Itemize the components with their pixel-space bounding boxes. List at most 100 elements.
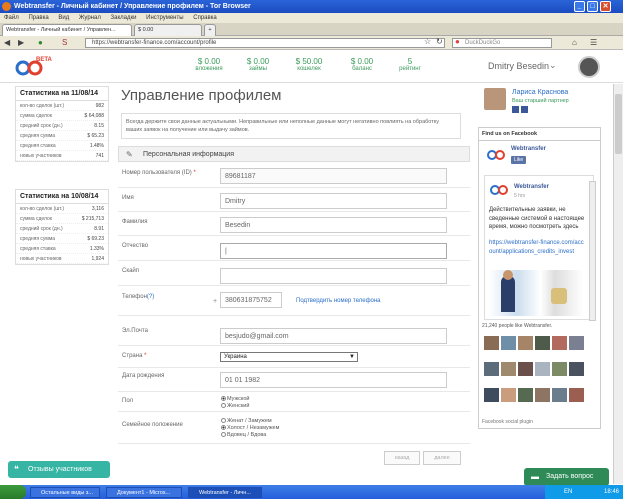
marital-married-radio[interactable]: Женат / Замужем: [221, 418, 272, 424]
fan-avatar[interactable]: [484, 336, 499, 350]
sex-female-radio[interactable]: Женский: [221, 403, 249, 409]
menu-edit[interactable]: Правка: [28, 15, 48, 21]
stats-row: средний срок (дн.) 8.91: [16, 224, 108, 234]
search-input[interactable]: DuckDuckGo: [452, 38, 552, 48]
post-image[interactable]: [489, 270, 583, 316]
phone-input[interactable]: 380631875752: [220, 292, 282, 308]
fb-post-scrollbar[interactable]: [589, 181, 596, 321]
minimize-button[interactable]: _: [574, 1, 585, 12]
clock: 18:46: [603, 489, 619, 495]
fb-page-name[interactable]: Webtransfer: [511, 146, 546, 152]
window-title: Webtransfer - Личный кабинет / Управлени…: [14, 3, 251, 10]
chat-icon: ❝: [14, 464, 19, 474]
menu-bookmarks[interactable]: Закладки: [111, 15, 137, 21]
fan-avatar[interactable]: [518, 388, 533, 402]
maximize-button[interactable]: □: [587, 1, 598, 12]
bookmarks-icon[interactable]: ☰: [590, 38, 597, 48]
form-row: [118, 286, 470, 316]
forward-icon[interactable]: ▶: [18, 38, 24, 48]
start-button[interactable]: [0, 485, 26, 499]
noscript-icon[interactable]: S: [62, 38, 67, 48]
stats-row: кол-во сделок (шт.) 982: [16, 101, 108, 111]
menu-history[interactable]: Журнал: [79, 15, 101, 21]
fan-avatar[interactable]: [518, 362, 533, 376]
fan-avatar[interactable]: [501, 336, 516, 350]
user-name[interactable]: Dmitry Besedin: [488, 61, 549, 71]
stats-row: новых участников 741: [16, 151, 108, 161]
fan-avatar[interactable]: [501, 362, 516, 376]
tor-onion-icon[interactable]: ●: [38, 38, 43, 48]
tab-second[interactable]: $ 0.00: [134, 24, 202, 36]
partner-name[interactable]: Лариса Краснова: [512, 89, 568, 96]
facebook-icon[interactable]: [521, 106, 528, 113]
fan-avatar[interactable]: [535, 388, 550, 402]
marital-widowed-radio[interactable]: Вдовец / Вдова: [221, 432, 266, 438]
fan-avatar[interactable]: [484, 388, 499, 402]
ask-question-button[interactable]: ▬ Задать вопрос: [524, 468, 609, 486]
webtransfer-post-logo: [490, 185, 508, 195]
stat-investments[interactable]: $ 0.00 вложения: [186, 57, 232, 72]
reload-icon[interactable]: ↻: [436, 37, 443, 47]
patronymic-input[interactable]: |: [220, 243, 447, 259]
taskbar-item-3[interactable]: Webtransfer - Личн...: [188, 487, 262, 498]
marital-single-radio[interactable]: Холост / Незамужем: [221, 425, 279, 431]
stats-title: Статистика на 10/08/14: [16, 190, 108, 204]
fan-avatar[interactable]: [569, 388, 584, 402]
stat-wallet[interactable]: $ 50.00 кошелек: [286, 57, 332, 72]
menu-help[interactable]: Справка: [193, 15, 217, 21]
fan-avatar[interactable]: [552, 362, 567, 376]
close-button[interactable]: ✕: [600, 1, 611, 12]
stat-loans[interactable]: $ 0.00 займы: [238, 57, 278, 72]
verify-phone-link[interactable]: Подтвердить номер телефона: [296, 298, 381, 304]
language-indicator[interactable]: EN: [564, 489, 572, 495]
pencil-icon: ✎: [126, 150, 133, 159]
fan-avatar[interactable]: [535, 336, 550, 350]
fan-avatar[interactable]: [569, 336, 584, 350]
fan-avatar[interactable]: [484, 362, 499, 376]
country-select[interactable]: Украина ▼: [220, 352, 358, 362]
fan-avatar[interactable]: [552, 388, 567, 402]
menu-tools[interactable]: Инструменты: [146, 15, 183, 21]
bookmark-star-icon[interactable]: ☆: [424, 37, 431, 47]
partner-avatar[interactable]: [484, 88, 506, 110]
fan-avatar[interactable]: [535, 362, 550, 376]
stat-rating[interactable]: 5 рейтинг: [390, 57, 430, 72]
next-button[interactable]: далее: [423, 451, 461, 465]
sex-male-radio[interactable]: Мужской: [221, 396, 249, 402]
skype-input[interactable]: [220, 268, 447, 284]
fan-avatar[interactable]: [518, 336, 533, 350]
menu-file[interactable]: Файл: [4, 15, 19, 21]
taskbar-item-1[interactable]: Остальные виды з...: [30, 487, 100, 498]
fb-plugin-label: Facebook social plugin: [482, 419, 533, 425]
tab-profile[interactable]: Webtransfer - Личный кабинет / Управлен.…: [2, 24, 132, 36]
fb-like-button[interactable]: Like: [511, 156, 527, 164]
surname-input[interactable]: Besedin: [220, 217, 447, 233]
back-icon[interactable]: ◀: [4, 38, 10, 48]
menu-bar: Файл Правка Вид Журнал Закладки Инструме…: [0, 13, 623, 23]
url-bar[interactable]: https://webtransfer-finance.com/account/…: [85, 38, 445, 48]
fan-avatar[interactable]: [552, 336, 567, 350]
vk-icon[interactable]: [512, 106, 519, 113]
menu-view[interactable]: Вид: [58, 15, 69, 21]
stat-balance[interactable]: $ 0.00 баланс: [342, 57, 382, 72]
fan-avatar[interactable]: [501, 388, 516, 402]
marital-label: Семейное положение: [122, 422, 183, 428]
email-input[interactable]: besjudo@gmail.com: [220, 328, 447, 344]
avatar[interactable]: [578, 56, 600, 78]
beta-badge: BETA: [36, 57, 52, 63]
help-icon[interactable]: (?): [147, 294, 154, 300]
birthdate-input[interactable]: 01 01 1982: [220, 372, 447, 388]
post-link[interactable]: https://webtransfer-finance.com/account/…: [489, 239, 585, 256]
stats-box-1: Статистика на 11/08/14 кол-во сделок (шт…: [15, 86, 109, 162]
new-tab-button[interactable]: +: [204, 24, 216, 36]
fan-avatar[interactable]: [569, 362, 584, 376]
post-author[interactable]: Webtransfer: [514, 184, 549, 190]
taskbar-item-2[interactable]: Документ1 - Micros...: [106, 487, 182, 498]
home-icon[interactable]: ⌂: [572, 38, 577, 48]
page-scrollbar[interactable]: [613, 84, 623, 484]
reviews-button[interactable]: ❝ Отзывы участников: [8, 461, 110, 478]
stats-box-2: Статистика на 10/08/14 кол-во сделок (шт…: [15, 189, 109, 265]
back-button[interactable]: назад: [384, 451, 420, 465]
chevron-down-icon[interactable]: ⌄: [549, 60, 557, 71]
name-input[interactable]: Dmitry: [220, 193, 447, 209]
